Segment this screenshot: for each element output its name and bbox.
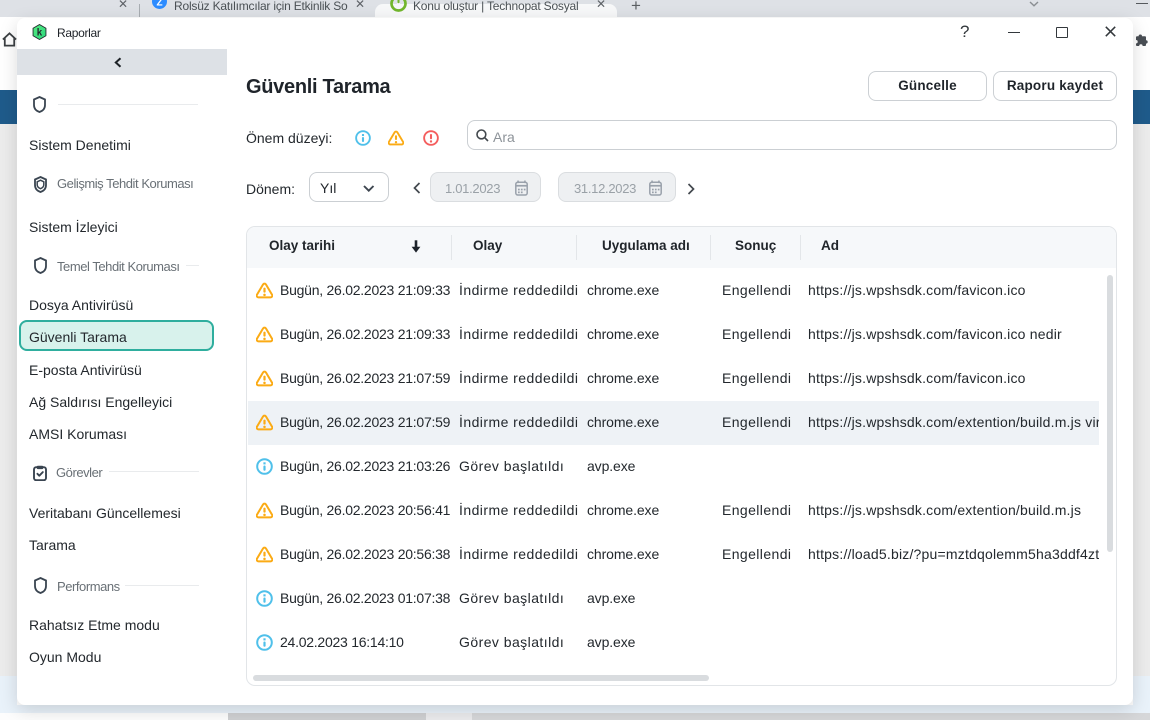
svg-text:Z: Z <box>156 0 162 9</box>
svg-text:k: k <box>37 28 43 39</box>
